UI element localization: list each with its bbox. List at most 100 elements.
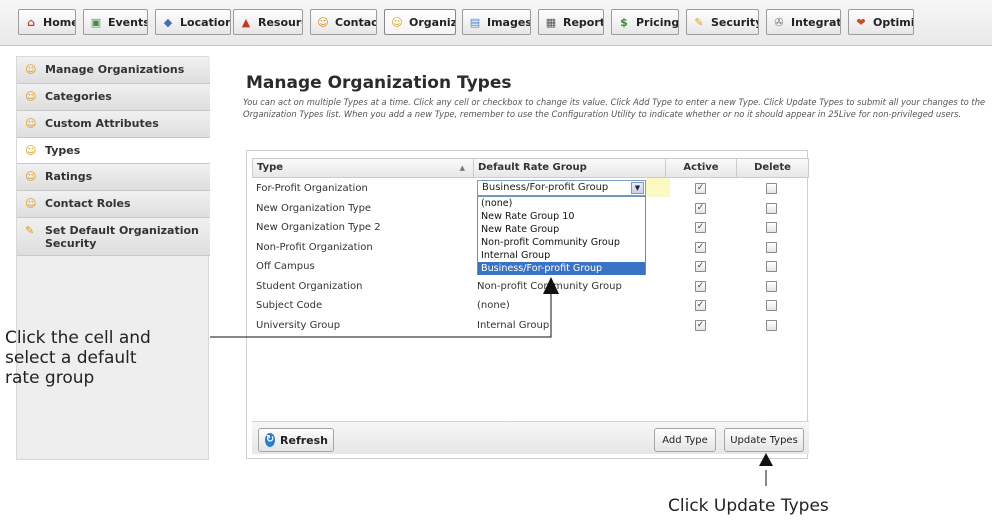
delete-checkbox[interactable] (766, 241, 777, 253)
type-cell[interactable]: Student Organization (252, 277, 473, 296)
tab-label: Events (108, 15, 148, 29)
update-types-button[interactable]: Update Types (724, 428, 804, 452)
page-description: You can act on multiple Types at a time.… (243, 97, 986, 119)
type-cell[interactable]: Off Campus (252, 257, 473, 276)
delete-checkbox[interactable] (766, 300, 777, 311)
tab-integratic[interactable]: ✇ Integratic (766, 9, 841, 35)
tab-events[interactable]: ▣ Events (83, 9, 148, 35)
active-cell: ✓ (665, 199, 736, 218)
delete-checkbox[interactable] (766, 222, 777, 233)
type-cell[interactable]: Non-Profit Organization (252, 238, 473, 257)
delete-checkbox[interactable] (766, 261, 777, 272)
sidebar-item-custom-attributes[interactable]: ☺ Custom Attributes (17, 111, 210, 138)
sidebar-item-types[interactable]: ☺ Types (17, 138, 210, 164)
active-cell-highlight (646, 178, 670, 197)
dropdown-option[interactable]: Non-profit Community Group (478, 236, 645, 249)
organization-icon: ☺ (25, 144, 37, 157)
refresh-button-label: Refresh (280, 433, 328, 447)
grid-footer: ↻ Refresh Add Type Update Types (252, 421, 809, 454)
callout-select-rate-group: Click the cell and select a default rate… (5, 328, 151, 388)
rate-group-listbox[interactable]: (none) New Rate Group 10 New Rate Group Non… (477, 196, 646, 275)
tab-label: Images (487, 15, 531, 29)
refresh-button[interactable]: ↻ Refresh (258, 428, 334, 452)
dropdown-option[interactable]: New Rate Group 10 (478, 210, 645, 223)
delete-cell (736, 316, 807, 335)
default-rate-group-select[interactable]: Business/For-profit Group ▼ (477, 180, 646, 196)
delete-checkbox[interactable] (766, 183, 777, 194)
type-cell[interactable]: Subject Code (252, 296, 473, 315)
sidebar-item-ratings[interactable]: ☺ Ratings (17, 164, 210, 191)
tab-label: Home (43, 15, 76, 29)
dropdown-option[interactable]: New Rate Group (478, 223, 645, 236)
active-cell: ✓ (665, 238, 736, 257)
table-row: Subject Code (none) ✓ (252, 296, 809, 315)
locations-icon: ◆ (163, 15, 173, 29)
type-cell[interactable]: New Organization Type 2 (252, 218, 473, 237)
page-title: Manage Organization Types (246, 73, 512, 93)
images-icon: ▤ (469, 15, 481, 29)
type-cell[interactable]: University Group (252, 316, 473, 335)
tab-pricing[interactable]: $ Pricing (611, 9, 679, 35)
active-cell: ✓ (665, 257, 736, 276)
tab-reports[interactable]: ▦ Reports (538, 9, 604, 35)
rate-group-cell[interactable]: Internal Group (473, 316, 665, 335)
tab-optimizer[interactable]: ❤ Optimizer (848, 9, 914, 35)
active-checkbox[interactable]: ✓ (695, 300, 706, 311)
tab-organizat[interactable]: ☺ Organizat (384, 9, 456, 35)
active-checkbox[interactable]: ✓ (695, 183, 706, 194)
callout-line-3: rate group (5, 368, 95, 388)
tab-label: Locations (180, 15, 230, 29)
select-value: Business/For-profit Group (482, 182, 609, 193)
tab-label: Integratic (791, 15, 840, 29)
delete-cell (736, 218, 807, 237)
left-sidebar: ☺ Manage Organizations ☺ Categories ☺ Custom … (16, 56, 210, 460)
tab-resource[interactable]: ▲ Resource (233, 9, 303, 35)
type-cell[interactable]: New Organization Type (252, 199, 473, 218)
delete-checkbox[interactable] (766, 202, 777, 214)
tab-label: Organizat (409, 15, 455, 29)
delete-checkbox[interactable] (766, 280, 777, 292)
dropdown-option[interactable]: Internal Group (478, 249, 645, 262)
table-row: Student Organization Non-profit Community… (252, 277, 809, 296)
column-header-type-label: Type (257, 162, 284, 173)
tab-contacts[interactable]: ☺ Contacts (310, 9, 377, 35)
rate-group-cell[interactable]: Non-profit Community Group (473, 277, 665, 296)
column-header-delete[interactable]: Delete (737, 159, 808, 177)
sidebar-item-label: Contact Roles (45, 197, 131, 210)
security-icon: ✎ (25, 224, 35, 237)
active-checkbox[interactable]: ✓ (695, 280, 706, 292)
add-type-button[interactable]: Add Type (654, 428, 716, 452)
sidebar-item-set-default-organization-security[interactable]: ✎ Set Default Organization Security (17, 218, 210, 256)
reports-icon: ▦ (545, 15, 557, 29)
column-header-active[interactable]: Active (666, 159, 737, 177)
active-checkbox[interactable]: ✓ (695, 261, 706, 272)
organizations-icon: ☺ (391, 15, 403, 29)
type-cell[interactable]: For-Profit Organization (252, 179, 473, 198)
grid-header-row: Type ▲ Default Rate Group Active Delete (252, 158, 809, 178)
column-header-type[interactable]: Type ▲ (253, 159, 474, 177)
callout-click-update-types: Click Update Types (668, 496, 829, 516)
column-header-default-rate-group[interactable]: Default Rate Group (474, 159, 666, 177)
sidebar-item-contact-roles[interactable]: ☺ Contact Roles (17, 191, 210, 218)
delete-cell (736, 257, 807, 276)
active-checkbox[interactable]: ✓ (695, 222, 706, 233)
active-checkbox[interactable]: ✓ (695, 241, 706, 253)
dropdown-option[interactable]: (none) (478, 197, 645, 210)
sidebar-item-manage-organizations[interactable]: ☺ Manage Organizations (17, 57, 210, 84)
delete-checkbox[interactable] (766, 319, 777, 331)
chevron-down-icon[interactable]: ▼ (631, 182, 644, 194)
organization-icon: ☺ (25, 117, 37, 130)
tab-home[interactable]: ⌂ Home (18, 9, 76, 35)
dropdown-option[interactable]: Business/For-profit Group (478, 262, 645, 275)
tab-security[interactable]: ✎ Security (686, 9, 759, 35)
sidebar-item-categories[interactable]: ☺ Categories (17, 84, 210, 111)
table-row: University Group Internal Group ✓ (252, 316, 809, 335)
active-checkbox[interactable]: ✓ (695, 319, 706, 331)
tab-images[interactable]: ▤ Images (462, 9, 531, 35)
tab-locations[interactable]: ◆ Locations (155, 9, 231, 35)
rate-group-cell[interactable]: (none) (473, 296, 665, 315)
active-checkbox[interactable]: ✓ (695, 202, 706, 214)
sidebar-item-label: Ratings (45, 170, 93, 183)
active-cell: ✓ (665, 218, 736, 237)
active-cell: ✓ (665, 277, 736, 296)
